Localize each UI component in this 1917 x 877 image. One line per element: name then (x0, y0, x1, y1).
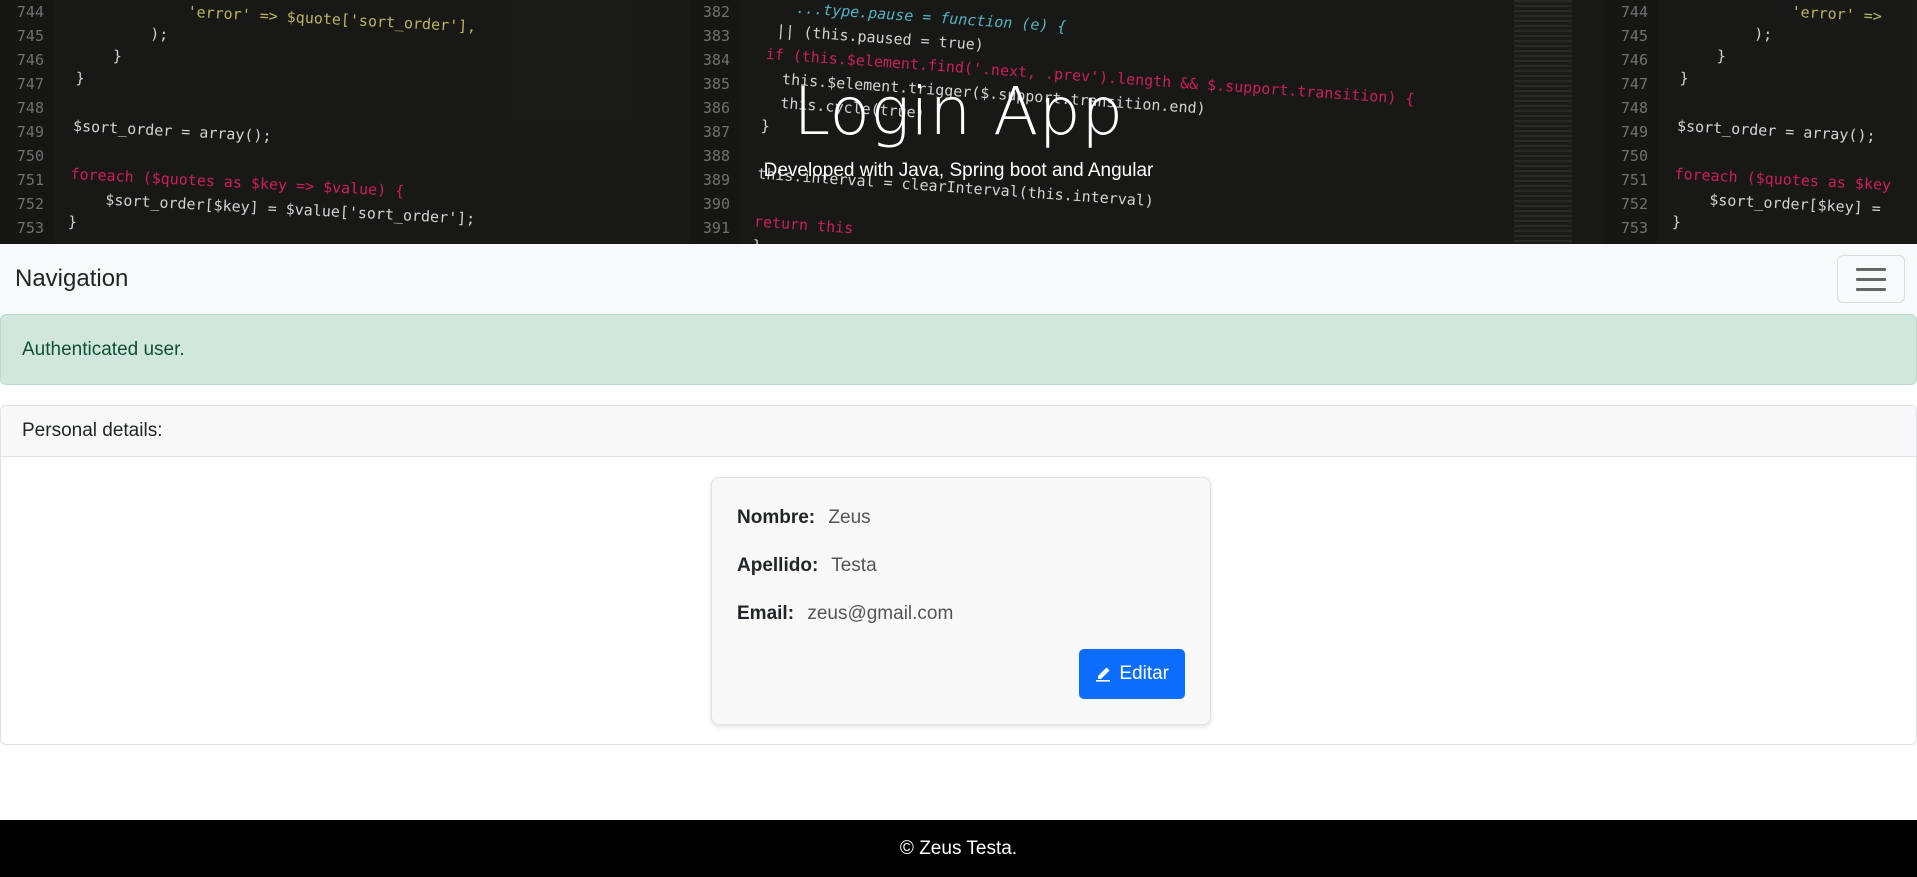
card-header: Personal details: (1, 406, 1916, 457)
field-value: Testa (831, 555, 877, 576)
pencil-icon (1096, 667, 1111, 682)
field-label: Nombre: (737, 507, 816, 528)
navbar-brand[interactable]: Navigation (15, 265, 128, 293)
field-value: Zeus (828, 507, 871, 528)
navbar: Navigation (0, 244, 1917, 314)
card-header-title: Personal details: (22, 420, 163, 441)
footer: © Zeus Testa. (0, 820, 1917, 877)
hamburger-menu-icon (1856, 267, 1886, 271)
profile-box: Nombre: Zeus Apellido: Testa Email: zeus… (711, 477, 1211, 725)
card-body: Nombre: Zeus Apellido: Testa Email: zeus… (1, 457, 1916, 744)
field-value: zeus@gmail.com (807, 603, 954, 624)
field-nombre: Nombre: Zeus (737, 506, 1185, 530)
personal-details-card: Personal details: Nombre: Zeus Apellido:… (0, 405, 1917, 745)
success-alert: Authenticated user. (0, 314, 1917, 385)
navbar-toggle-button[interactable] (1837, 255, 1905, 303)
field-label: Email: (737, 603, 795, 624)
field-label: Apellido: (737, 555, 819, 576)
field-email: Email: zeus@gmail.com (737, 602, 1185, 626)
alert-message: Authenticated user. (22, 338, 185, 360)
footer-text: © Zeus Testa. (899, 837, 1018, 859)
hero-banner: 744 745 746 747 748 749 750 751 752 753 … (0, 0, 1917, 244)
edit-button[interactable]: Editar (1079, 649, 1185, 699)
app-subtitle: Developed with Java, Spring boot and Ang… (763, 160, 1154, 181)
app-title: Login App (793, 73, 1124, 150)
field-apellido: Apellido: Testa (737, 554, 1185, 578)
edit-button-label: Editar (1119, 663, 1169, 684)
